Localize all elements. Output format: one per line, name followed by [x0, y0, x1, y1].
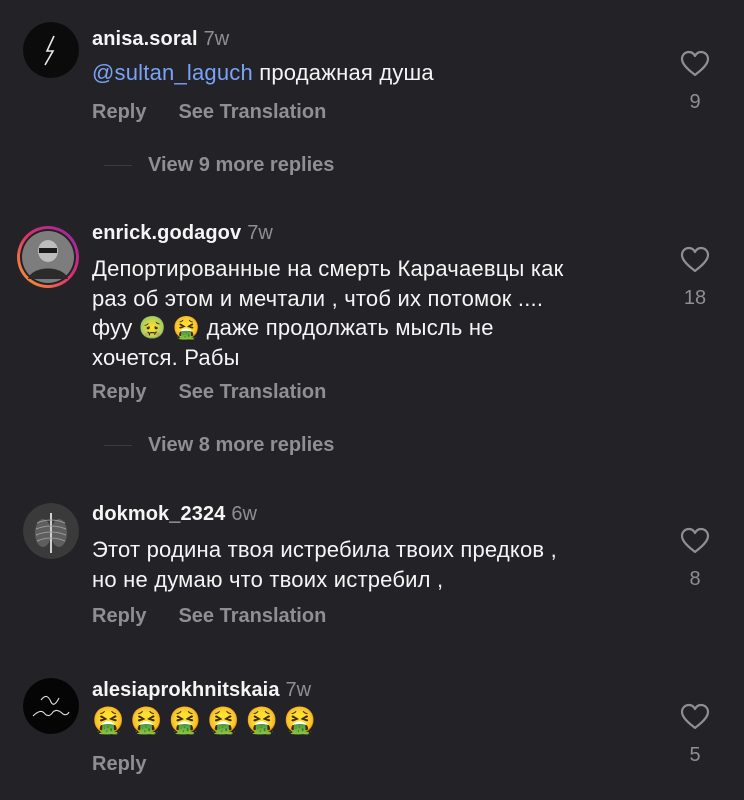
comment-text: @sultan_laguch продажная душа — [92, 58, 652, 88]
view-more-replies-button[interactable]: View 9 more replies — [104, 154, 334, 177]
comment-actions: Reply See Translation — [92, 101, 326, 124]
avatar[interactable] — [23, 503, 79, 559]
thread-divider — [104, 445, 132, 447]
like-column: 5 — [672, 703, 718, 767]
comment-header: anisa.soral 7w — [92, 28, 229, 51]
like-count: 9 — [689, 91, 701, 113]
lightning-logo-icon — [23, 22, 79, 78]
signature-logo-icon — [23, 678, 79, 734]
reply-button[interactable]: Reply — [92, 101, 146, 123]
comment-body: продажная душа — [259, 60, 434, 85]
heart-icon[interactable] — [680, 527, 710, 554]
comment-line: хочется. Рабы — [92, 344, 240, 370]
comment-actions: Reply — [92, 753, 146, 776]
comment-line: раз об этом и мечтали , чтоб их потомок … — [92, 285, 544, 311]
like-count: 8 — [689, 568, 701, 590]
avatar[interactable] — [23, 22, 79, 78]
reply-button[interactable]: Reply — [92, 753, 146, 775]
username[interactable]: alesiaprokhnitskaia — [92, 679, 280, 701]
thread-divider — [104, 165, 132, 167]
like-column: 8 — [672, 527, 718, 591]
like-count: 5 — [689, 744, 701, 766]
comment-line: но не думаю что твоих истребил , — [92, 566, 444, 592]
comment-actions: Reply See Translation — [92, 605, 326, 628]
see-translation-button[interactable]: See Translation — [178, 605, 326, 627]
timestamp: 7w — [203, 28, 230, 50]
username[interactable]: dokmok_2324 — [92, 503, 225, 525]
heart-icon[interactable] — [680, 703, 710, 730]
comment-header: dokmok_2324 6w — [92, 503, 257, 526]
comment-emoji: 🤮🤮🤮🤮🤮🤮 — [92, 705, 323, 735]
comment-line: Этот родина твоя истребила твоих предков… — [92, 537, 557, 562]
reply-button[interactable]: Reply — [92, 381, 146, 403]
avatar[interactable] — [23, 678, 79, 734]
comment-line: фуу 🤢 🤮 даже продолжать мысль не — [92, 315, 494, 340]
comment-header: alesiaprokhnitskaia 7w — [92, 679, 311, 702]
comment-text: Депортированные на смерть Карачаевцы как… — [92, 254, 652, 372]
see-translation-button[interactable]: See Translation — [178, 381, 326, 403]
timestamp: 7w — [285, 679, 312, 701]
like-column: 18 — [672, 246, 718, 310]
avatar[interactable] — [16, 225, 80, 289]
like-count: 18 — [683, 287, 707, 309]
timestamp: 7w — [247, 222, 273, 244]
reply-button[interactable]: Reply — [92, 605, 146, 627]
see-translation-button[interactable]: See Translation — [178, 101, 326, 123]
view-more-replies-button[interactable]: View 8 more replies — [104, 434, 334, 457]
timestamp: 6w — [231, 503, 257, 525]
comment-header: enrick.godagov 7w — [92, 222, 273, 245]
heart-icon[interactable] — [680, 246, 710, 273]
comment-line: Депортированные на смерть Карачаевцы как — [92, 256, 564, 281]
masked-person-icon — [17, 226, 79, 288]
username[interactable]: enrick.godagov — [92, 222, 241, 244]
comment-text: Этот родина твоя истребила твоих предков… — [92, 535, 652, 594]
view-more-label: View 8 more replies — [148, 434, 335, 456]
heart-icon[interactable] — [680, 50, 710, 77]
xray-icon — [23, 503, 79, 559]
mention-link[interactable]: @sultan_laguch — [92, 60, 253, 85]
like-column: 9 — [672, 50, 718, 114]
view-more-label: View 9 more replies — [148, 154, 335, 176]
comment-actions: Reply See Translation — [92, 381, 326, 404]
username[interactable]: anisa.soral — [92, 28, 198, 50]
